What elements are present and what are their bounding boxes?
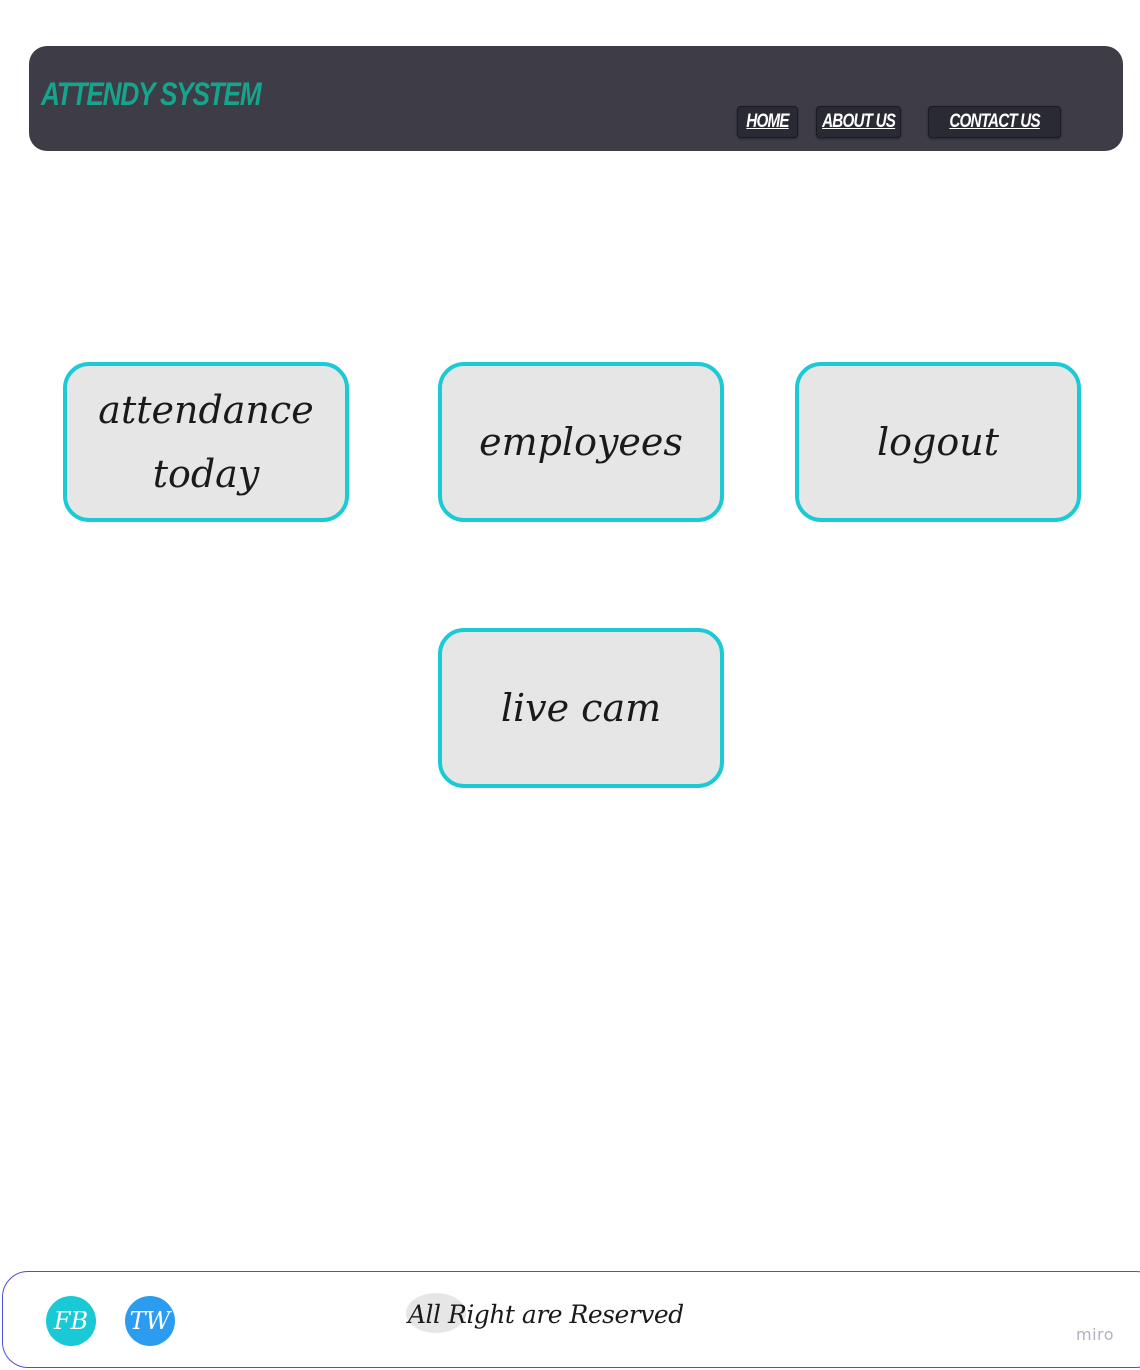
footer-bar: FB TW All Right are Reserved	[2, 1271, 1140, 1368]
attendance-today-label: attendance today	[98, 388, 314, 496]
logout-button[interactable]: logout	[795, 362, 1081, 522]
nav-home-button[interactable]: HOME	[737, 106, 798, 138]
live-cam-label: live cam	[500, 686, 662, 730]
copyright-text: All Right are Reserved	[408, 1300, 684, 1329]
header-bar: ATTENDY SYSTEM HOME ABOUT US CONTACT US	[29, 46, 1123, 151]
nav-about-button[interactable]: ABOUT US	[816, 106, 901, 138]
twitter-label: TW	[129, 1307, 171, 1335]
nav-contact-label: CONTACT US	[949, 111, 1040, 132]
logout-label: logout	[877, 420, 999, 464]
employees-button[interactable]: employees	[438, 362, 724, 522]
nav-home-label: HOME	[746, 111, 789, 132]
twitter-icon[interactable]: TW	[125, 1296, 175, 1346]
nav-contact-button[interactable]: CONTACT US	[928, 106, 1061, 138]
employees-label: employees	[479, 420, 683, 464]
live-cam-button[interactable]: live cam	[438, 628, 724, 788]
facebook-label: FB	[53, 1307, 89, 1335]
brand-title: ATTENDY SYSTEM	[41, 76, 262, 112]
attendance-today-button[interactable]: attendance today	[63, 362, 349, 522]
miro-watermark: miro	[1076, 1325, 1115, 1344]
nav-about-label: ABOUT US	[822, 111, 896, 132]
facebook-icon[interactable]: FB	[46, 1296, 96, 1346]
